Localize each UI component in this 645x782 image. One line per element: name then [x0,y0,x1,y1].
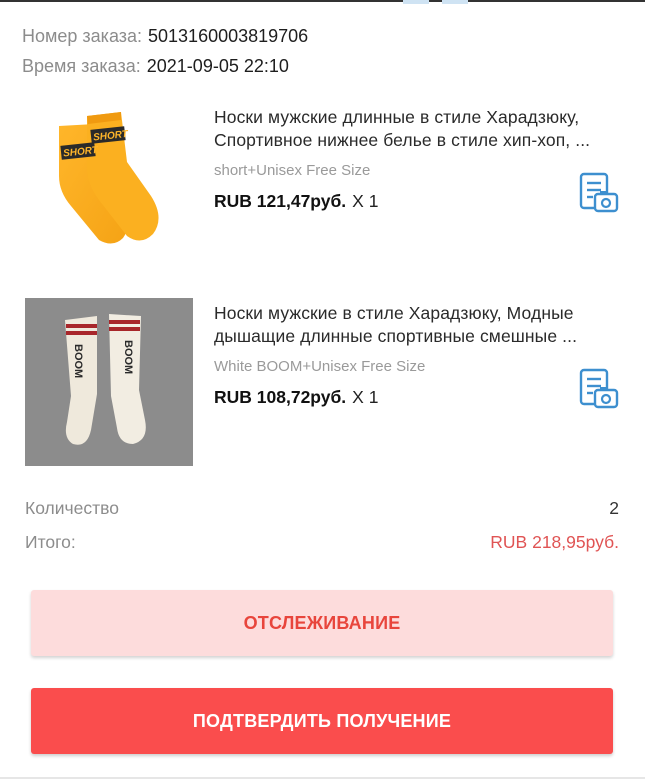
product-sku: short+Unisex Free Size [214,162,371,179]
review-photo-icon[interactable] [578,368,620,410]
product-price: RUB 121,47руб. [214,191,347,211]
quantity-row: Количество 2 [25,498,619,519]
confirm-receipt-button[interactable]: ПОДТВЕРДИТЬ ПОЛУЧЕНИЕ [31,688,613,754]
quantity-label: Количество [25,498,119,518]
order-time-label: Время заказа: [22,56,141,76]
order-number-label: Номер заказа: [22,26,143,46]
total-row: Итого: RUB 218,95руб. [25,532,619,553]
order-number-value: 5013160003819706 [148,26,309,46]
product-price: RUB 108,72руб. [214,387,347,407]
order-time-row: Время заказа: 2021-09-05 22:10 [22,55,289,77]
product-title[interactable]: Носки мужские длинные в стиле Харадзюку,… [214,106,626,152]
review-photo-icon[interactable] [578,172,620,214]
product-image-yellow-socks[interactable]: SHORT SHORT [25,100,193,268]
product-quantity: X 1 [352,191,379,211]
product-image-white-socks[interactable]: BOOM BOOM [25,298,193,466]
track-button[interactable]: ОТСЛЕЖИВАНИЕ [31,590,613,656]
product-price-row: RUB 121,47руб. X 1 [214,191,378,212]
top-indicator-right [442,0,468,4]
top-indicator-left [403,0,429,4]
product-quantity: X 1 [352,387,379,407]
bottom-divider [0,777,645,779]
svg-text:BOOM: BOOM [122,340,134,374]
quantity-value: 2 [609,498,619,518]
sock-print-text: BOOM [72,344,84,378]
top-divider [0,0,645,2]
total-label: Итого: [25,532,76,552]
product-title[interactable]: Носки мужские в стиле Харадзюку, Модные … [214,302,626,348]
product-sku: White BOOM+Unisex Free Size [214,358,426,375]
product-price-row: RUB 108,72руб. X 1 [214,387,378,408]
order-number-row: Номер заказа: 5013160003819706 [22,25,308,47]
total-value: RUB 218,95руб. [490,532,619,552]
order-time-value: 2021-09-05 22:10 [146,56,289,76]
